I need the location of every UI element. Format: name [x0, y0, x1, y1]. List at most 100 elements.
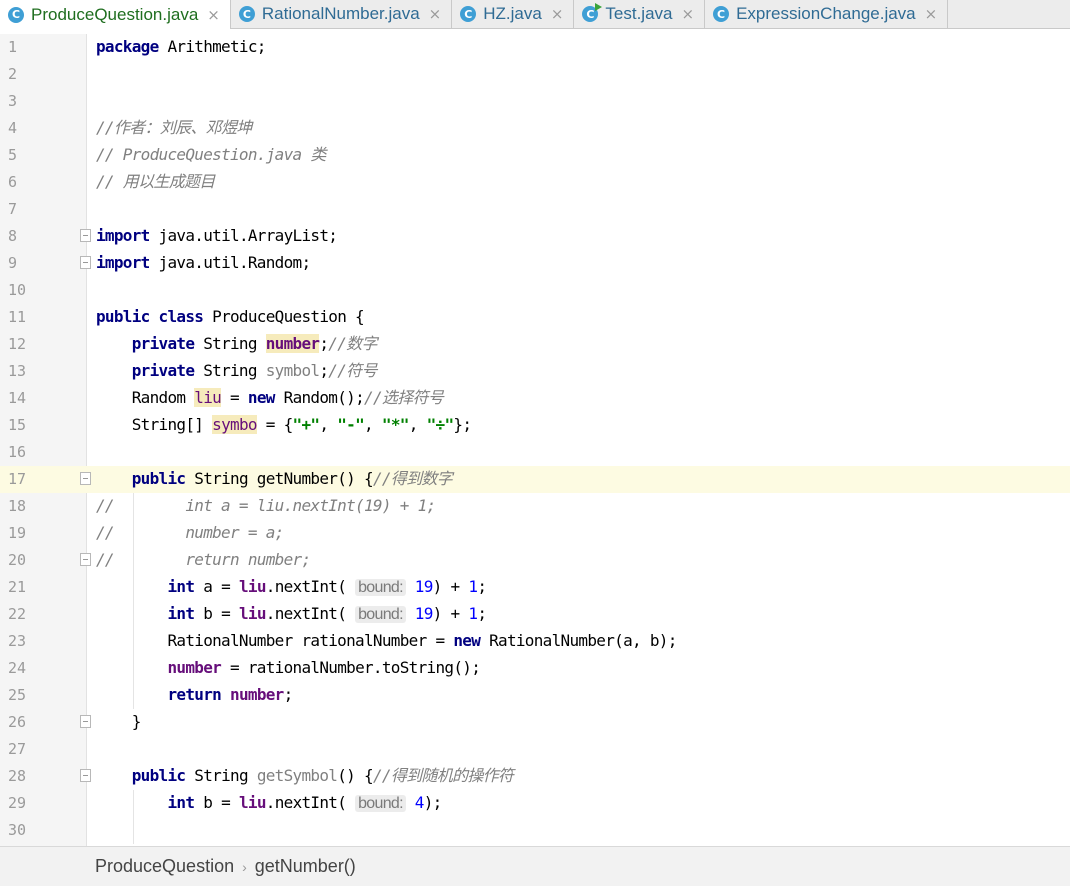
class-icon: C: [238, 6, 255, 22]
fold-marker-icon[interactable]: [80, 769, 91, 782]
parameter-hint: bound:: [355, 579, 406, 596]
fold-marker-icon[interactable]: [80, 256, 91, 269]
code-token: "-": [337, 415, 365, 434]
code-token: public: [131, 766, 186, 785]
code-line[interactable]: 11 public class ProduceQuestion {: [0, 304, 1070, 331]
code-token: //得到数字: [372, 469, 453, 488]
code-token: liu: [238, 793, 267, 812]
code-token: "*": [381, 415, 410, 434]
code-line[interactable]: 14 Random liu = new Random();//选择符号: [0, 385, 1070, 412]
fold-marker-icon[interactable]: [80, 472, 91, 485]
code-line[interactable]: 30: [0, 817, 1070, 844]
fold-marker-icon[interactable]: [80, 229, 91, 242]
code-line[interactable]: 17 public String getNumber() {//得到数字: [0, 466, 1070, 493]
code-text: // ProduceQuestion.java 类: [96, 145, 326, 165]
code-line[interactable]: 5 // ProduceQuestion.java 类: [0, 142, 1070, 169]
code-text: // number = a;: [96, 523, 284, 543]
code-text: int b = liu.nextInt( bound: 4);: [96, 793, 442, 814]
tab-producequestion[interactable]: C ProduceQuestion.java ×: [0, 0, 231, 29]
code-line[interactable]: 9 import java.util.Random;: [0, 250, 1070, 277]
code-line[interactable]: 25 return number;: [0, 682, 1070, 709]
line-number: 23: [8, 632, 27, 650]
code-token: import: [96, 226, 150, 245]
code-token: // 用以生成题目: [96, 172, 215, 191]
class-icon: C: [460, 6, 477, 22]
tab-rationalnumber[interactable]: C RationalNumber.java ×: [231, 0, 453, 28]
code-line[interactable]: 12 private String number;//数字: [0, 331, 1070, 358]
code-line[interactable]: 23 RationalNumber rationalNumber = new R…: [0, 628, 1070, 655]
code-line[interactable]: 20 // return number;: [0, 547, 1070, 574]
code-line[interactable]: 3: [0, 88, 1070, 115]
code-line[interactable]: 18 // int a = liu.nextInt(19) + 1;: [0, 493, 1070, 520]
code-line[interactable]: 24 number = rationalNumber.toString();: [0, 655, 1070, 682]
code-token: //符号: [328, 361, 377, 380]
code-line[interactable]: 22 int b = liu.nextInt( bound: 19) + 1;: [0, 601, 1070, 628]
code-line[interactable]: 16: [0, 439, 1070, 466]
code-line[interactable]: 15 String[] symbo = {"+", "-", "*", "÷"}…: [0, 412, 1070, 439]
code-token: 19: [414, 577, 434, 596]
code-line[interactable]: 4 //作者：刘辰、邓煜坤: [0, 115, 1070, 142]
close-icon[interactable]: ×: [925, 5, 938, 23]
line-number: 12: [8, 335, 27, 353]
code-token: "+": [292, 415, 321, 434]
tab-test[interactable]: C Test.java ×: [574, 0, 706, 28]
tab-label: ProduceQuestion.java: [31, 4, 199, 24]
code-editor[interactable]: 1 package Arithmetic; 2 3 4//作者：刘辰、邓煜坤 5// Pr…: [0, 34, 1070, 846]
code-line[interactable]: 29 int b = liu.nextInt( bound: 4);: [0, 790, 1070, 817]
tab-expressionchange[interactable]: C ExpressionChange.java ×: [705, 0, 949, 28]
code-line[interactable]: 19 // number = a;: [0, 520, 1070, 547]
line-number: 29: [8, 794, 27, 812]
class-icon: C: [8, 6, 24, 23]
code-token: ;: [319, 334, 329, 353]
line-number: 26: [8, 713, 27, 731]
code-token: // number = a;: [96, 523, 284, 542]
code-line[interactable]: 27: [0, 736, 1070, 763]
code-line[interactable]: 2: [0, 61, 1070, 88]
code-token: String: [194, 361, 266, 380]
breadcrumb-separator: ›: [242, 858, 247, 875]
code-line[interactable]: 6 // 用以生成题目: [0, 169, 1070, 196]
tab-hz[interactable]: C HZ.java ×: [452, 0, 575, 28]
code-token: public: [131, 469, 186, 488]
code-token: number: [167, 658, 222, 677]
breadcrumb-item[interactable]: ProduceQuestion: [95, 856, 234, 877]
close-icon[interactable]: ×: [682, 5, 695, 23]
code-token: ) +: [432, 577, 469, 596]
code-token: ,: [319, 415, 338, 434]
fold-marker-icon[interactable]: [80, 553, 91, 566]
code-line[interactable]: 13 private String symbol;//符号: [0, 358, 1070, 385]
code-line[interactable]: 1 package Arithmetic;: [0, 34, 1070, 61]
code-token: getSymbol: [256, 766, 338, 785]
code-line[interactable]: 8 import java.util.ArrayList;: [0, 223, 1070, 250]
code-token: int: [167, 577, 195, 596]
fold-marker-icon[interactable]: [80, 715, 91, 728]
code-line[interactable]: 10: [0, 277, 1070, 304]
close-icon[interactable]: ×: [551, 5, 564, 23]
code-line[interactable]: 26 }: [0, 709, 1070, 736]
code-text: private String number;//数字: [96, 334, 377, 354]
line-number: 14: [8, 389, 27, 407]
code-token: int: [167, 604, 195, 623]
code-token: 1: [468, 604, 478, 623]
code-token: 1: [468, 577, 478, 596]
code-token: // return number;: [96, 550, 311, 569]
code-token: 19: [414, 604, 434, 623]
code-token: private: [131, 361, 195, 380]
code-token: };: [453, 415, 472, 434]
code-line[interactable]: 7: [0, 196, 1070, 223]
close-icon[interactable]: ×: [429, 5, 442, 23]
breadcrumb-item[interactable]: getNumber(): [255, 856, 356, 877]
code-token: new: [453, 631, 481, 650]
code-line[interactable]: 21 int a = liu.nextInt( bound: 19) + 1;: [0, 574, 1070, 601]
line-number: 19: [8, 524, 27, 542]
line-number: 22: [8, 605, 27, 623]
code-line[interactable]: 28 public String getSymbol() {//得到随机的操作符: [0, 763, 1070, 790]
code-token: public class: [96, 307, 204, 326]
code-token: liu: [238, 577, 267, 596]
close-icon[interactable]: ×: [207, 6, 220, 24]
